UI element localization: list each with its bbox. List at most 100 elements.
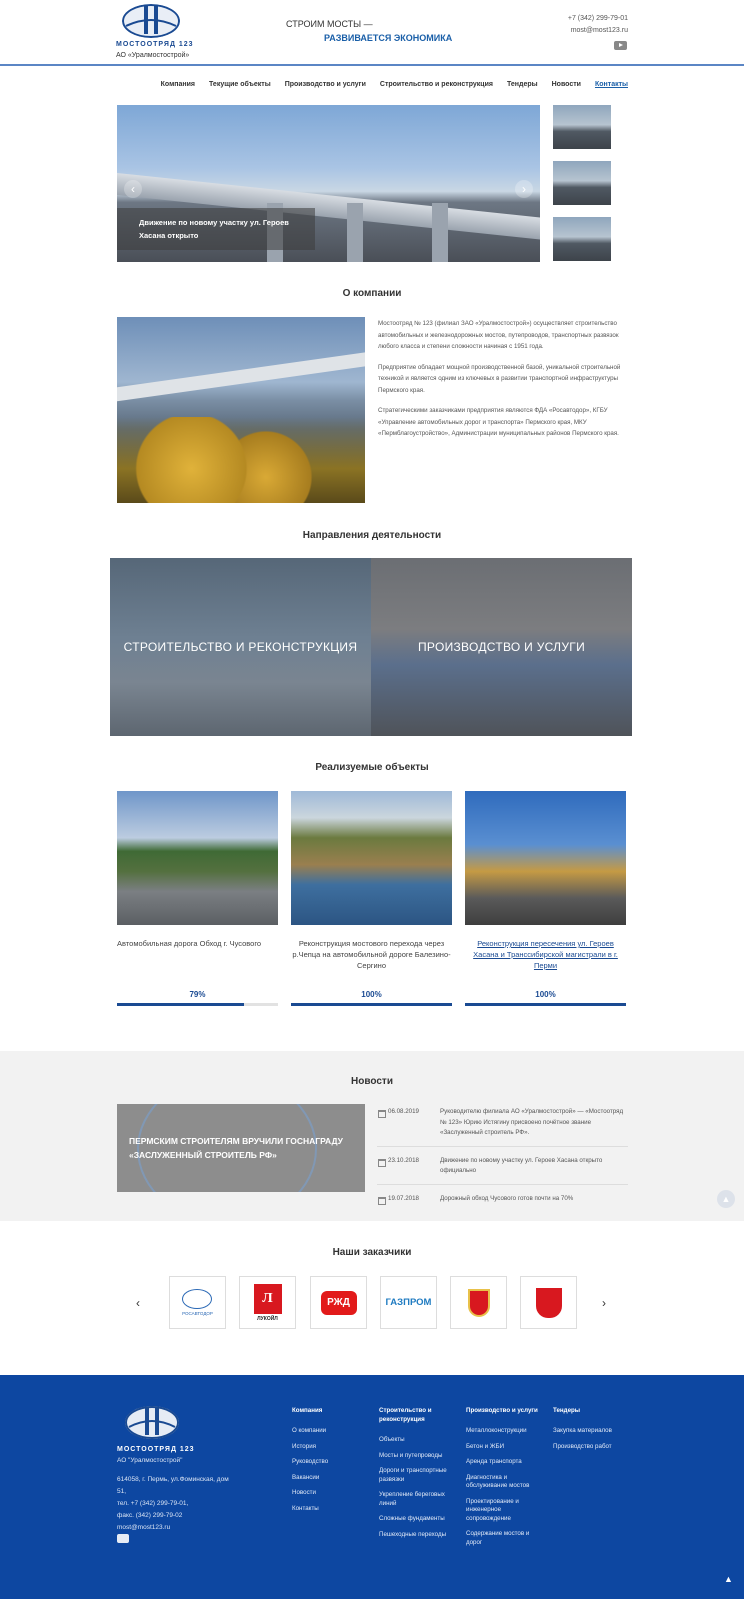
footer-link[interactable]: Проектирование и инженерное сопровождени… [466,1498,541,1524]
footer-col-tenders: Тендеры Закупка материалов Производство … [553,1406,628,1458]
footer-link[interactable]: Дороги и транспортные развязки [379,1467,454,1484]
bridge-deck [117,350,365,402]
footer-fax: факс. (342) 299-79-02 [117,1512,183,1519]
footer-col-heading[interactable]: Компания [292,1406,372,1415]
object-image[interactable] [465,791,626,925]
clients-next-button[interactable]: › [602,1296,606,1310]
nav-construction[interactable]: Строительство и реконструкция [380,81,493,88]
footer-link[interactable]: Металлоконструкции [466,1427,541,1436]
perm-city-emblem [535,1287,562,1318]
objects-title: Реализуемые объекты [315,762,429,773]
nav-current-objects[interactable]: Текущие объекты [209,81,271,88]
lukoil-logo: Л [253,1283,282,1314]
direction-production-card[interactable]: ПРОИЗВОДСТВО И УСЛУГИ [371,558,632,736]
nav-tenders[interactable]: Тендеры [507,81,538,88]
client-logo-text: РОСАВТОДОР [182,1311,213,1316]
footer-link[interactable]: Контакты [292,1505,372,1514]
footer-link[interactable]: Бетон и ЖБИ [466,1443,541,1452]
news-list: 06.08.2019 Руководителю филиала АО «Урал… [377,1105,628,1218]
news-text[interactable]: Движение по новому участку ул. Героев Ха… [440,1156,628,1177]
news-item[interactable]: 06.08.2019 Руководителю филиала АО «Урал… [377,1105,628,1147]
about-paragraph: Предприятие обладает мощной производстве… [378,363,621,394]
slider-caption[interactable]: Движение по новому участку ул. Героев Ха… [117,208,315,250]
clients-prev-button[interactable]: ‹ [136,1296,140,1310]
news-featured-card[interactable]: ПЕРМСКИМ СТРОИТЕЛЯМ ВРУЧИЛИ ГОСНАГРАДУ «… [117,1104,365,1192]
client-lukoil[interactable]: Л ЛУКОЙЛ [239,1276,296,1329]
news-item[interactable]: 23.10.2018 Движение по новому участку ул… [377,1154,628,1185]
news-featured-title[interactable]: ПЕРМСКИМ СТРОИТЕЛЯМ ВРУЧИЛИ ГОСНАГРАДУ «… [129,1134,349,1162]
header-email[interactable]: most@most123.ru [571,27,628,34]
progress-fill [465,1003,626,1006]
object-progress-label: 79% [189,990,206,999]
footer-link[interactable]: Диагностика и обслуживание мостов [466,1474,541,1491]
client-rzd[interactable]: РЖД [310,1276,367,1329]
progress-fill [291,1003,452,1006]
footer-link[interactable]: История [292,1443,372,1452]
footer-link[interactable]: Сложные фундаменты [379,1515,454,1524]
news-date: 06.08.2019 [377,1107,440,1139]
footer-link[interactable]: Новости [292,1489,372,1498]
nav-news[interactable]: Новости [552,81,581,88]
footer-link[interactable]: Закупка материалов [553,1427,628,1436]
footer-youtube-icon[interactable] [117,1534,129,1543]
slider-thumb[interactable] [553,161,611,205]
object-image[interactable] [117,791,278,925]
progress-fill [117,1003,245,1006]
footer-col-heading[interactable]: Тендеры [553,1406,628,1415]
footer-col-heading[interactable]: Производство и услуги [466,1406,541,1415]
news-text[interactable]: Руководителю филиала АО «Уралмостострой»… [440,1107,628,1139]
nav-company[interactable]: Компания [161,81,195,88]
footer-logo-icon[interactable] [125,1406,179,1439]
client-perm-city[interactable] [520,1276,577,1329]
bridge-pillar [432,203,448,262]
about-title: О компании [342,288,402,299]
footer-email[interactable]: most@most123.ru [117,1522,232,1534]
footer-link[interactable]: Вакансии [292,1474,372,1483]
slider-next-button[interactable]: › [515,180,533,198]
footer [0,1375,744,1599]
rzd-logo: РЖД [320,1290,357,1315]
slider-thumb[interactable] [553,217,611,261]
scroll-top-button[interactable]: ▲ [717,1190,735,1208]
slider-prev-button[interactable]: ‹ [124,180,142,198]
nav-production[interactable]: Производство и услуги [285,81,366,88]
direction-construction-card[interactable]: СТРОИТЕЛЬСТВО И РЕКОНСТРУКЦИЯ [110,558,371,736]
footer-link[interactable]: Производство работ [553,1443,628,1452]
trees [117,417,365,503]
footer-col-production: Производство и услуги Металлоконструкции… [466,1406,541,1554]
news-item[interactable]: 19.07.2018 Дорожный обход Чусового готов… [377,1192,628,1212]
about-text: Мостоотряд № 123 (филиал ЗАО «Уралмостос… [378,318,628,449]
direction-label: ПРОИЗВОДСТВО И УСЛУГИ [417,640,586,654]
footer-link[interactable]: Аренда транспорта [466,1458,541,1467]
company-logo-icon[interactable] [122,4,180,38]
footer-link[interactable]: О компании [292,1427,372,1436]
footer-logo-title: МОСТООТРЯД 123 [117,1446,195,1453]
nav-contacts[interactable]: Контакты [595,81,628,88]
object-caption[interactable]: Реконструкция мостового перехода через р… [291,938,452,971]
header-phone[interactable]: +7 (342) 299-79-01 [568,15,628,22]
footer-address: 614058, г. Пермь, ул.Фоминская, дом 51, [117,1476,229,1495]
client-gazprom[interactable]: ГАЗПРОМ [380,1276,437,1329]
slider-thumb[interactable] [553,105,611,149]
logo-subtitle: АО «Уралмостострой» [116,52,190,59]
footer-link[interactable]: Руководство [292,1458,372,1467]
footer-logo-subtitle: АО "Уралмостострой" [117,1457,183,1464]
client-perm-krai[interactable] [450,1276,507,1329]
footer-tel[interactable]: тел. +7 (342) 299-79-01, [117,1498,232,1510]
object-caption[interactable]: Автомобильная дорога Обход г. Чусового [117,938,278,949]
news-text[interactable]: Дорожный обход Чусового готов почти на 7… [440,1194,573,1205]
object-caption[interactable]: Реконструкция пересечения ул. Героев Хас… [465,938,626,971]
youtube-icon[interactable] [614,41,627,50]
footer-link[interactable]: Укрепление береговых линий [379,1491,454,1508]
footer-col-heading[interactable]: Строительство и реконструкция [379,1406,454,1424]
gazprom-logo: ГАЗПРОМ [385,1297,432,1308]
footer-scroll-top-icon[interactable]: ▲ [724,1574,733,1584]
rosavtodor-logo [182,1289,213,1309]
object-image[interactable] [291,791,452,925]
footer-link[interactable]: Пешеходные переходы [379,1531,454,1540]
footer-link[interactable]: Содержание мостов и дорог [466,1530,541,1547]
client-rosavtodor[interactable]: РОСАВТОДОР [169,1276,226,1329]
footer-link[interactable]: Объекты [379,1436,454,1445]
object-progress-bar [465,1003,626,1006]
footer-link[interactable]: Мосты и путепроводы [379,1452,454,1461]
